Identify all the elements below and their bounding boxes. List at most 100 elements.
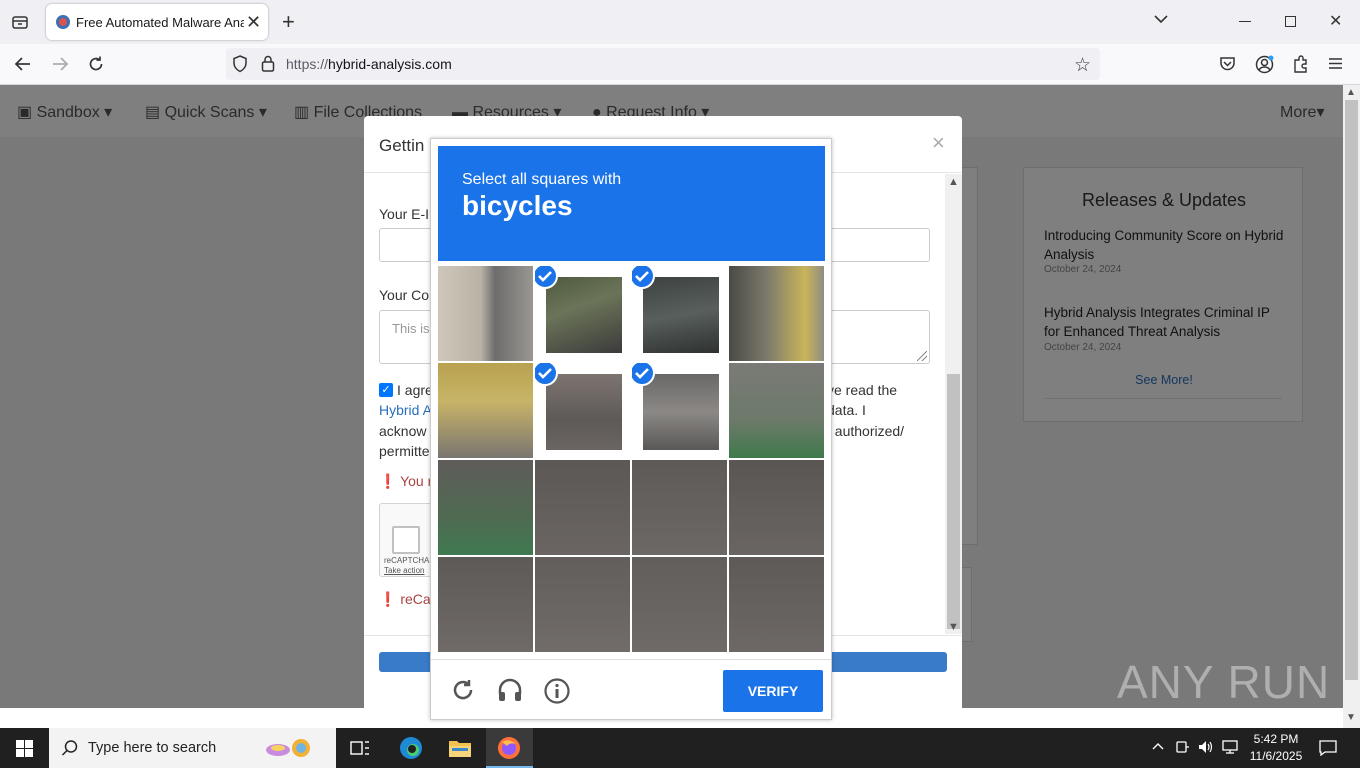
challenge-tile[interactable] (535, 460, 630, 555)
recaptcha-challenge: Select all squares with bicycles VERIFY (430, 138, 832, 720)
challenge-footer: VERIFY (431, 659, 831, 721)
agree-text: I agre (397, 382, 433, 398)
challenge-tile[interactable] (632, 266, 727, 361)
tile-image (546, 277, 622, 353)
scroll-up-icon[interactable]: ▲ (948, 176, 959, 188)
task-view-icon[interactable] (350, 739, 370, 757)
new-tab-icon[interactable]: + (282, 9, 295, 35)
challenge-tile[interactable] (438, 557, 533, 652)
close-tab-icon[interactable]: ✕ (246, 12, 261, 33)
url-text[interactable]: https://hybrid-analysis.com (286, 56, 452, 72)
url-bar[interactable]: https://hybrid-analysis.com ☆ (226, 48, 1100, 80)
scroll-thumb[interactable] (947, 374, 960, 629)
search-icon (61, 739, 79, 757)
challenge-object: bicycles (462, 190, 573, 221)
challenge-tile[interactable] (632, 557, 727, 652)
pocket-icon[interactable] (1219, 56, 1236, 72)
page-scrollbar[interactable]: ▲ ▼ (1343, 85, 1360, 728)
restore-window-icon[interactable] (1285, 16, 1296, 27)
recaptcha-action-link[interactable]: Take action (384, 566, 424, 575)
tab-title: Free Automated Malware Analy (76, 15, 244, 30)
clock-time: 5:42 PM (1253, 732, 1299, 746)
challenge-tile[interactable] (438, 460, 533, 555)
menu-hamburger-icon[interactable] (1328, 57, 1343, 70)
challenge-header: Select all squares with bicycles (438, 146, 825, 261)
extensions-icon[interactable] (1292, 55, 1309, 73)
comment-placeholder: This is (392, 321, 430, 336)
tile-image (546, 374, 622, 450)
scroll-down-icon[interactable]: ▼ (948, 621, 959, 633)
taskbar-search-box[interactable]: Type here to search (49, 728, 336, 768)
clock-date: 11/6/2025 (1249, 749, 1303, 763)
modal-title: Gettin (379, 136, 425, 155)
url-host: hybrid-analysis.com (328, 56, 452, 72)
back-icon[interactable] (14, 56, 32, 72)
minimize-window-icon[interactable] (1239, 21, 1251, 22)
favicon-icon (56, 15, 70, 29)
challenge-tile[interactable] (729, 557, 824, 652)
firefox-taskbar-button[interactable] (486, 728, 533, 768)
recaptcha-checkbox[interactable] (392, 526, 420, 554)
challenge-tile[interactable] (632, 460, 727, 555)
url-scheme: https:// (286, 56, 329, 72)
volume-icon[interactable] (1198, 740, 1214, 754)
challenge-tile[interactable] (438, 363, 533, 458)
agree-text: data. I (827, 402, 866, 418)
scroll-down-icon[interactable]: ▼ (1346, 712, 1356, 723)
reload-page-icon[interactable] (87, 55, 105, 73)
challenge-tile[interactable] (729, 266, 824, 361)
challenge-image-grid (438, 266, 825, 653)
error-message: ❗ You r (379, 473, 432, 490)
audio-icon[interactable] (497, 678, 523, 702)
watermark-logo: ANY RUN (1117, 656, 1331, 708)
challenge-tile[interactable] (729, 460, 824, 555)
agree-text: permitte (379, 443, 430, 459)
taskbar-clock[interactable]: 5:42 PM 11/6/2025 (1248, 731, 1304, 765)
tile-selected-check-icon (632, 266, 655, 289)
reload-icon[interactable] (451, 678, 475, 702)
lock-icon[interactable] (261, 55, 275, 72)
browser-tab-strip: Free Automated Malware Analy ✕ + ✕ (0, 0, 1360, 44)
scroll-thumb[interactable] (1345, 100, 1358, 680)
tile-image (643, 374, 719, 450)
agree-checkbox[interactable]: ✓ (379, 383, 393, 397)
bookmark-star-icon[interactable]: ☆ (1074, 54, 1091, 77)
challenge-instruction: Select all squares with (462, 171, 622, 188)
notification-icon[interactable] (1319, 740, 1337, 756)
challenge-tile[interactable] (535, 363, 630, 458)
challenge-tile[interactable] (535, 557, 630, 652)
modal-close-icon[interactable]: × (932, 130, 945, 156)
shield-icon[interactable] (232, 55, 248, 73)
recaptcha-label: reCAPTCHA (384, 556, 430, 565)
tile-image (643, 277, 719, 353)
forward-icon[interactable] (51, 56, 69, 72)
info-icon[interactable] (544, 678, 570, 704)
modal-scrollbar[interactable]: ▲ ▼ (945, 174, 962, 634)
challenge-tile[interactable] (632, 363, 727, 458)
hybrid-analysis-link[interactable]: Hybrid A (379, 402, 432, 418)
tab-list-icon[interactable] (11, 13, 29, 31)
agree-text: ve read the (827, 382, 898, 398)
ethernet-icon[interactable] (1222, 740, 1238, 754)
edge-browser-icon[interactable] (399, 736, 423, 760)
browser-tab-active[interactable]: Free Automated Malware Analy ✕ (46, 4, 268, 40)
search-placeholder: Type here to search (88, 740, 217, 756)
account-icon[interactable] (1255, 55, 1274, 74)
verify-button[interactable]: VERIFY (723, 670, 823, 712)
challenge-tile[interactable] (535, 266, 630, 361)
windows-start-icon[interactable] (16, 740, 33, 757)
error-icon: ❗ (379, 473, 401, 489)
error-icon: ❗ (379, 591, 401, 607)
challenge-tile[interactable] (729, 363, 824, 458)
search-highlight-icon (264, 737, 312, 759)
tile-selected-check-icon (535, 363, 558, 386)
scroll-up-icon[interactable]: ▲ (1346, 87, 1356, 98)
network-device-icon[interactable] (1176, 740, 1190, 754)
show-hidden-icons[interactable] (1152, 741, 1164, 751)
email-label: Your E-I (379, 206, 430, 222)
challenge-tile[interactable] (438, 266, 533, 361)
close-window-icon[interactable]: ✕ (1329, 11, 1342, 31)
resize-handle-icon[interactable] (917, 351, 927, 361)
file-explorer-icon[interactable] (448, 738, 472, 758)
tab-overflow-icon[interactable] (1153, 14, 1169, 24)
